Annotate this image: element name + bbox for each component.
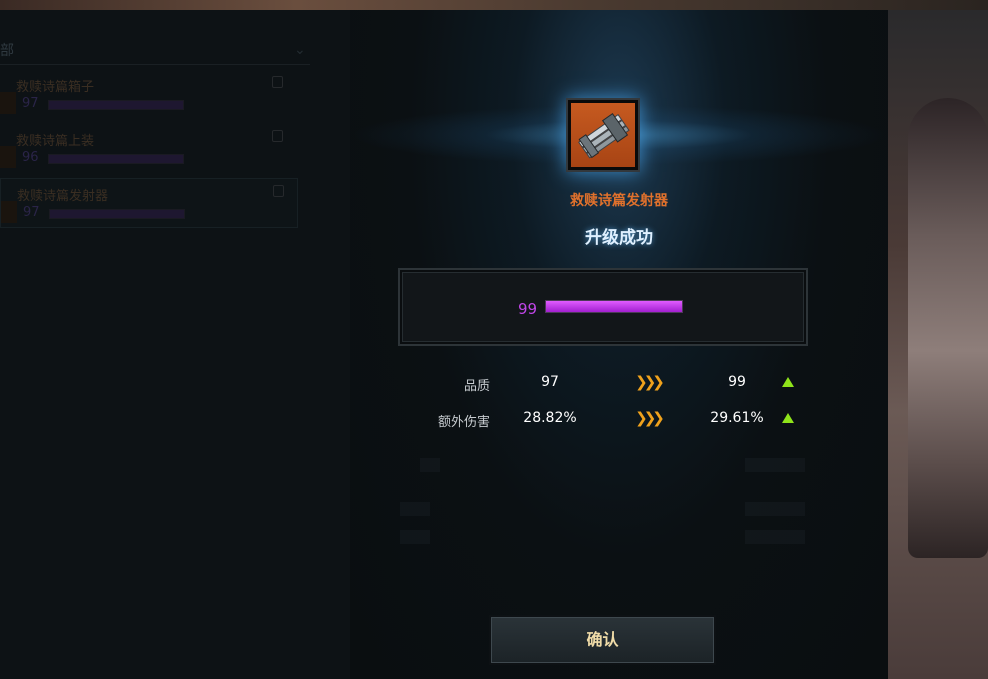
- triangle-up-icon: [782, 377, 794, 387]
- confirm-button[interactable]: 确认: [491, 617, 714, 663]
- stat-old-value: 28.82%: [523, 410, 577, 426]
- background-scene-top: [0, 0, 988, 10]
- stat-label: 额外伤害: [437, 415, 490, 430]
- item-icon-frame: [566, 98, 640, 172]
- stat-row-extra-damage: 额外伤害 28.82% ❯❯❯ 29.61%: [350, 407, 888, 431]
- lock-icon: [273, 185, 284, 197]
- dialog-title: 升级成功: [585, 228, 653, 248]
- stat-row-quality: 品质 97 ❯❯❯ 99: [350, 371, 888, 395]
- item-level-stripe: [0, 92, 16, 114]
- list-item-name: 救赎诗篇发射器: [17, 189, 109, 204]
- list-item: 救赎诗篇箱子 97: [0, 70, 296, 118]
- background-ghost-element: [400, 530, 430, 544]
- background-ghost-element: [400, 502, 430, 516]
- stat-label: 品质: [463, 379, 490, 394]
- background-scene-character: [888, 10, 988, 679]
- item-level: 99: [518, 300, 538, 318]
- list-item-level-bar: [48, 154, 184, 164]
- list-item-level-bar: [48, 100, 184, 110]
- item-name: 救赎诗篇发射器: [570, 193, 668, 209]
- list-item-name: 救赎诗篇上装: [16, 134, 95, 149]
- character-figure: [908, 98, 988, 558]
- list-item: 救赎诗篇上装 96: [0, 124, 296, 172]
- background-ghost-element: [745, 458, 805, 472]
- list-item-level: 97: [22, 96, 39, 111]
- item-level-stripe: [0, 146, 16, 168]
- item-level-stripe: [1, 201, 17, 223]
- list-item-level-bar: [49, 209, 185, 219]
- level-progress-fill: [546, 301, 682, 312]
- triangle-up-icon: [782, 413, 794, 423]
- left-panel-header-label: 部: [0, 43, 14, 59]
- background-ghost-element: [745, 530, 805, 544]
- chevron-down-icon: ⌄: [294, 42, 306, 58]
- left-panel-header: 部 ⌄: [0, 38, 310, 65]
- launcher-icon: [571, 103, 635, 167]
- list-item-level: 97: [23, 205, 40, 220]
- background-ghost-element: [420, 458, 440, 472]
- level-progress-bar: [545, 300, 683, 313]
- triple-chevron-right-icon: ❯❯❯: [635, 409, 665, 427]
- stat-new-value: 99: [728, 374, 746, 390]
- lock-icon: [272, 76, 283, 88]
- stat-new-value: 29.61%: [710, 410, 764, 426]
- upgrade-success-dialog: 救赎诗篇发射器 升级成功 99 品质 97 ❯❯❯ 99 额外伤害 28.82%…: [350, 10, 888, 679]
- list-item-selected: 救赎诗篇发射器 97: [0, 178, 298, 228]
- background-ghost-element: [745, 502, 805, 516]
- lock-icon: [272, 130, 283, 142]
- level-panel: 99: [398, 268, 808, 346]
- stat-old-value: 97: [541, 374, 559, 390]
- list-item-name: 救赎诗篇箱子: [16, 80, 95, 95]
- triple-chevron-right-icon: ❯❯❯: [635, 373, 665, 391]
- left-item-panel: 部 ⌄ 救赎诗篇箱子 97 救赎诗篇上装 96 救赎诗篇发射器 97: [0, 10, 350, 679]
- list-item-level: 96: [22, 150, 39, 165]
